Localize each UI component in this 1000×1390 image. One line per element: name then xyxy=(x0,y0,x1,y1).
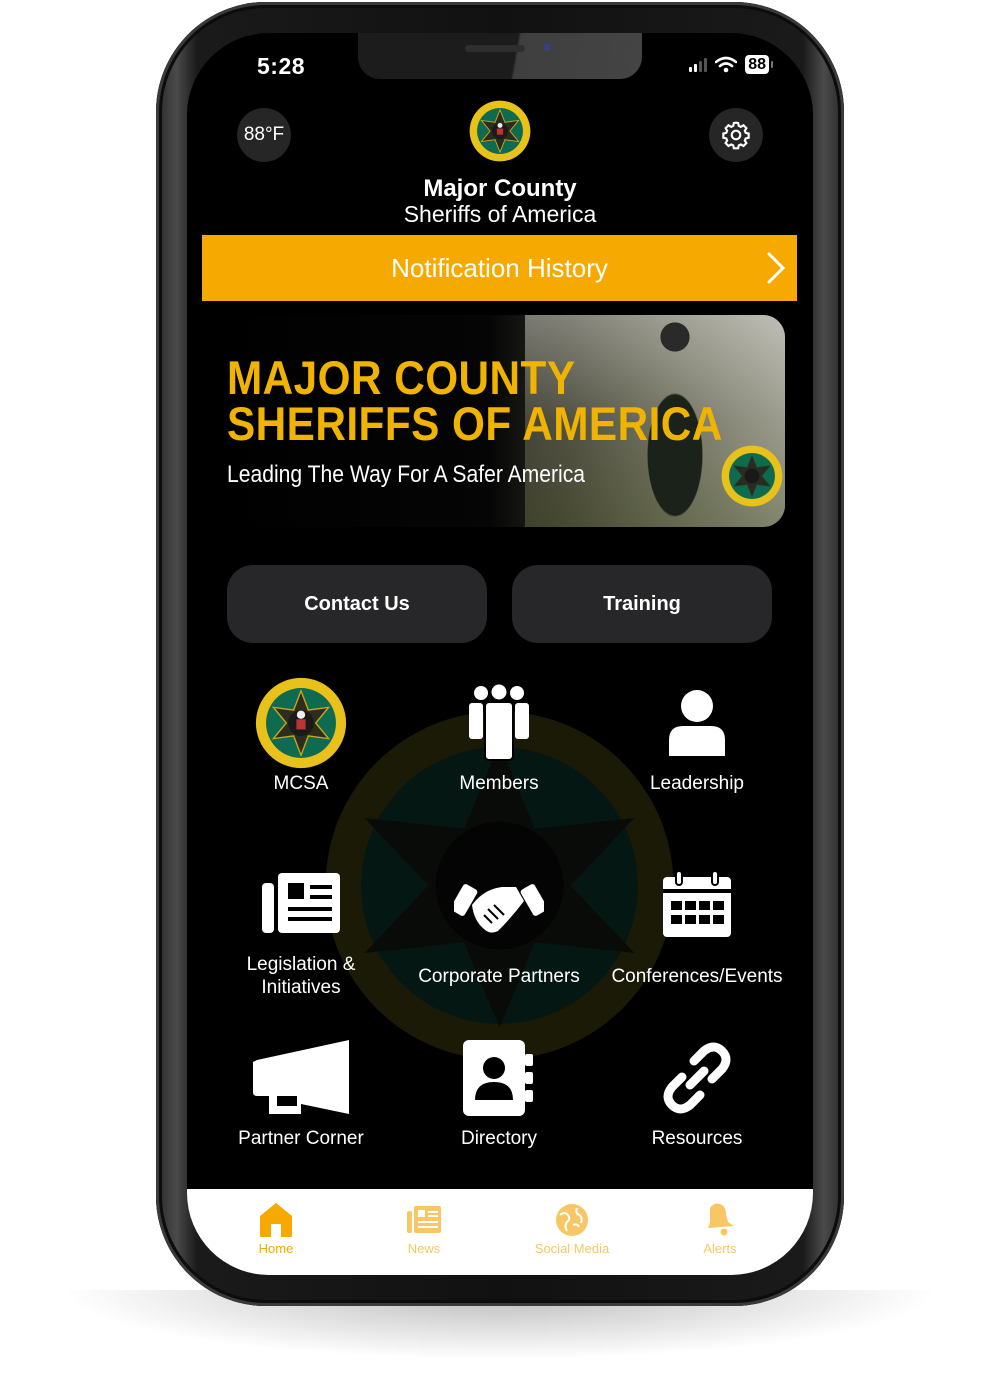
grid-label: Leadership xyxy=(649,773,745,794)
grid-item-legislation[interactable]: Legislation & Initiatives xyxy=(201,859,401,999)
settings-button[interactable] xyxy=(709,108,763,162)
globe-icon xyxy=(556,1204,588,1236)
person-icon xyxy=(669,690,725,756)
mcsa-logo xyxy=(469,100,531,162)
grid-label-line1: Legislation & xyxy=(246,954,356,975)
chevron-right-icon xyxy=(767,252,786,284)
grid-label: Conferences/Events xyxy=(611,966,783,987)
news-icon xyxy=(407,1206,441,1233)
grid-item-directory[interactable]: Directory xyxy=(399,1033,599,1150)
calendar-icon xyxy=(663,871,731,937)
grid-label: Resources xyxy=(651,1128,743,1149)
status-time: 5:28 xyxy=(257,53,306,79)
grid-label: Legislation & Initiatives xyxy=(201,953,401,999)
grid-label: Members xyxy=(459,773,539,794)
tab-label: Social Media xyxy=(534,1241,610,1256)
bottom-tab-bar: Home News Social Media Alerts xyxy=(187,1189,813,1275)
group-icon xyxy=(469,684,529,761)
app-screen: 5:28 88 88°F Major County Sheriffs of Am… xyxy=(187,33,813,1275)
grid-item-partner-corner[interactable]: Partner Corner xyxy=(201,1033,401,1150)
banner-seal-icon xyxy=(721,445,783,507)
tab-label: Home xyxy=(258,1241,294,1256)
tab-label: News xyxy=(407,1241,441,1256)
grid-label: MCSA xyxy=(273,773,329,794)
battery-indicator: 88 xyxy=(745,55,773,74)
hero-banner[interactable]: MAJOR COUNTY SHERIFFS OF AMERICA Leading… xyxy=(215,315,785,527)
tab-home[interactable]: Home xyxy=(216,1199,336,1256)
banner-tagline: Leading The Way For A Safer America xyxy=(227,461,586,488)
handshake-icon xyxy=(454,884,544,933)
grid-item-resources[interactable]: Resources xyxy=(597,1033,797,1150)
notification-history-button[interactable]: Notification History xyxy=(202,235,797,301)
status-icons: 88 xyxy=(689,55,773,74)
grid-label-line2: Initiatives xyxy=(261,977,341,998)
grid-label: Directory xyxy=(460,1128,537,1149)
gear-icon xyxy=(722,121,750,150)
tab-alerts[interactable]: Alerts xyxy=(660,1199,780,1256)
contact-book-icon xyxy=(463,1040,533,1116)
grid-item-corporate-partners[interactable]: Corporate Partners xyxy=(399,859,599,988)
seal-icon xyxy=(255,677,347,769)
link-icon xyxy=(663,1042,731,1114)
tab-label: Alerts xyxy=(703,1241,737,1256)
speaker xyxy=(465,45,525,52)
app-subtitle: Sheriffs of America xyxy=(403,201,597,227)
banner-headline-line1: MAJOR COUNTY xyxy=(227,351,576,404)
grid-label: Corporate Partners xyxy=(418,966,580,987)
wifi-icon xyxy=(715,56,738,73)
notch xyxy=(358,33,642,79)
grid-item-mcsa[interactable]: MCSA xyxy=(201,677,401,795)
contact-us-button[interactable]: Contact Us xyxy=(227,565,487,643)
weather-button[interactable]: 88°F xyxy=(237,108,291,162)
cellular-signal-icon xyxy=(689,57,708,72)
camera xyxy=(543,43,551,51)
tab-social-media[interactable]: Social Media xyxy=(512,1199,632,1256)
grid-item-conferences[interactable]: Conferences/Events xyxy=(597,859,797,988)
grid-item-leadership[interactable]: Leadership xyxy=(597,678,797,795)
grid-item-members[interactable]: Members xyxy=(399,678,599,795)
app-title: Major County xyxy=(423,175,577,202)
notification-history-label: Notification History xyxy=(391,252,608,283)
bell-icon xyxy=(708,1203,734,1236)
tab-news[interactable]: News xyxy=(364,1199,484,1256)
phone-frame: 5:28 88 88°F Major County Sheriffs of Am… xyxy=(156,2,844,1306)
megaphone-icon xyxy=(253,1040,349,1114)
banner-headline-line2: SHERIFFS OF AMERICA xyxy=(227,397,723,450)
training-button[interactable]: Training xyxy=(512,565,772,643)
home-icon xyxy=(260,1203,292,1237)
banner-headline: MAJOR COUNTY SHERIFFS OF AMERICA xyxy=(227,351,723,450)
newspaper-icon xyxy=(262,873,340,933)
grid-label: Partner Corner xyxy=(238,1128,364,1149)
